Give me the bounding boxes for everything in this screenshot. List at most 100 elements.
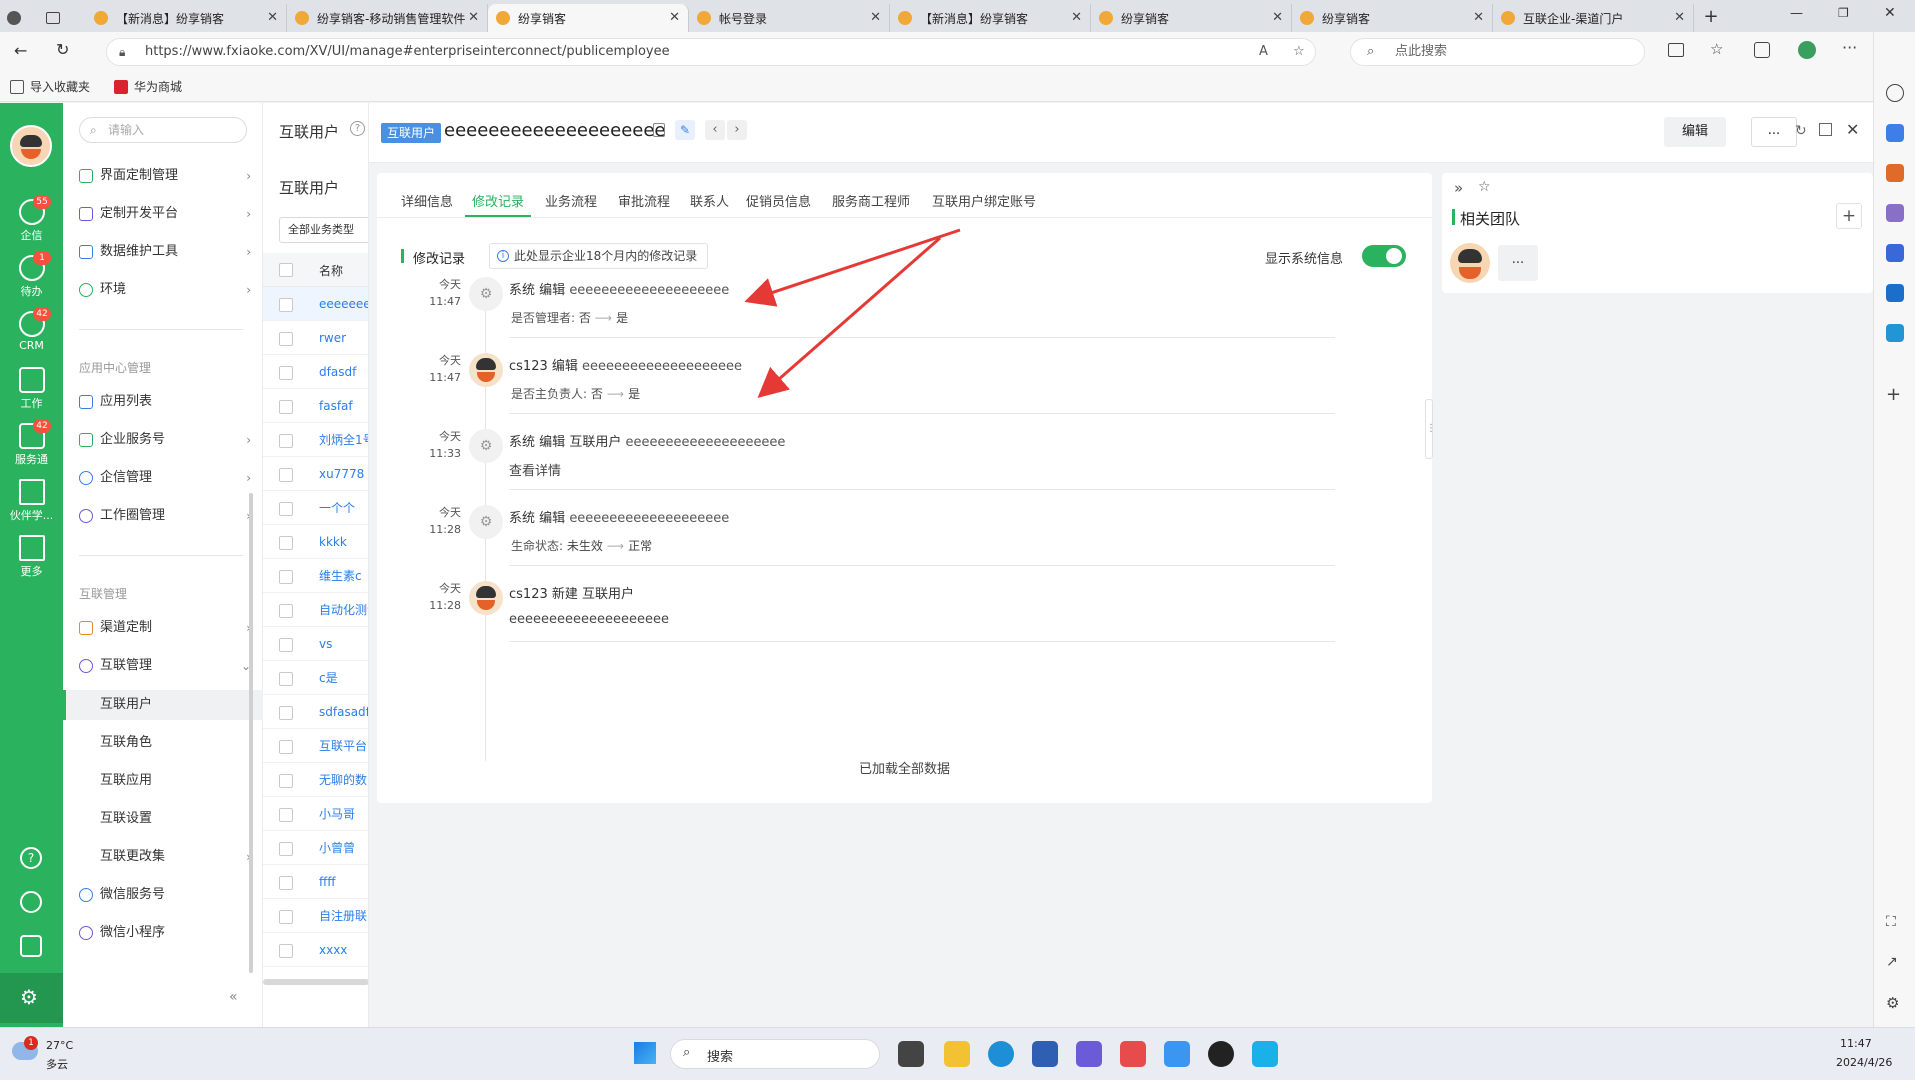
add-icon[interactable]: +: [1886, 384, 1901, 405]
settings-icon[interactable]: ⚙: [1886, 994, 1899, 1012]
rail-item-crm[interactable]: 42 CRM: [0, 307, 63, 352]
table-row[interactable]: 一个个: [263, 491, 368, 525]
table-row[interactable]: 刘炳全1号: [263, 423, 368, 457]
nav-item-wechat-service[interactable]: 微信服务号: [63, 880, 263, 910]
help-icon[interactable]: ?: [350, 121, 365, 136]
more-actions-button[interactable]: ...: [1751, 117, 1797, 147]
tab-actions-icon[interactable]: [26, 4, 86, 32]
minimize-icon[interactable]: —: [1790, 6, 1803, 21]
browser-tab-active[interactable]: 纷享销客 ✕: [488, 4, 689, 32]
panel-resize-handle[interactable]: ⋮: [1425, 399, 1436, 459]
avatar[interactable]: [10, 125, 52, 167]
table-row[interactable]: sdfasadf1: [263, 695, 368, 729]
row-checkbox[interactable]: [279, 502, 293, 516]
games-icon[interactable]: [1886, 204, 1904, 222]
row-name-link[interactable]: 自动化测试: [319, 603, 368, 617]
browser-tab[interactable]: 纷享销客 ✕: [1292, 4, 1493, 32]
team-member-avatar[interactable]: [1450, 243, 1490, 283]
browser-tab[interactable]: 纷享销客-移动销售管理软件 ✕: [287, 4, 488, 32]
record-link[interactable]: 查看详情: [509, 460, 561, 479]
record-link[interactable]: eeeeeeeeeeeeeeeeeeee: [509, 612, 669, 627]
nav-item-dev-platform[interactable]: 定制开发平台 ›: [63, 199, 263, 229]
collapse-nav-icon[interactable]: «: [229, 989, 238, 1005]
row-checkbox[interactable]: [279, 434, 293, 448]
row-checkbox[interactable]: [279, 672, 293, 686]
tab-detail-info[interactable]: 详细信息: [401, 191, 453, 210]
row-name-link[interactable]: 小曾曾: [319, 841, 355, 855]
feishu-icon[interactable]: [1252, 1041, 1278, 1067]
nav-item-chat-admin[interactable]: 企信管理 ›: [63, 463, 263, 493]
profile-icon[interactable]: [0, 4, 26, 32]
table-row[interactable]: kkkk: [263, 525, 368, 559]
favorite-star-icon[interactable]: ☆: [1293, 39, 1305, 65]
row-name-link[interactable]: sdfasadf1: [319, 705, 368, 719]
close-tab-icon[interactable]: ✕: [267, 10, 278, 25]
external-link-icon[interactable]: ↗: [1886, 954, 1898, 970]
nav-sub-interconnect-changesets[interactable]: 互联更改集›: [63, 842, 263, 872]
favorite-import[interactable]: 导入收藏夹: [10, 78, 90, 95]
row-name-link[interactable]: rwer: [319, 331, 346, 345]
toolbox-icon[interactable]: [1886, 164, 1904, 182]
row-name-link[interactable]: c是: [319, 671, 338, 685]
user-admin-icon[interactable]: [20, 935, 42, 957]
expand-icon[interactable]: »: [1454, 179, 1463, 197]
notes-app-icon[interactable]: [1076, 1041, 1102, 1067]
table-row[interactable]: 自注册联: [263, 899, 368, 933]
nav-item-wechat-miniprogram[interactable]: 微信小程序: [63, 918, 263, 948]
table-row[interactable]: rwer: [263, 321, 368, 355]
tag-icon[interactable]: [1886, 124, 1904, 142]
tab-contacts[interactable]: 联系人: [690, 191, 729, 210]
row-checkbox[interactable]: [279, 400, 293, 414]
row-checkbox[interactable]: [279, 604, 293, 618]
row-checkbox[interactable]: [279, 366, 293, 380]
favorite-huawei[interactable]: 华为商城: [114, 78, 182, 95]
edge-icon[interactable]: [988, 1041, 1014, 1067]
m365-icon[interactable]: [1886, 244, 1904, 262]
next-record-icon[interactable]: ›: [727, 120, 747, 140]
rail-item-partner-learning[interactable]: 伙伴学...: [0, 479, 63, 523]
collections-icon[interactable]: [1754, 42, 1770, 58]
follow-icon[interactable]: ✎: [675, 120, 695, 140]
close-tab-icon[interactable]: ✕: [669, 10, 680, 25]
prev-record-icon[interactable]: ‹: [705, 120, 725, 140]
nav-item-channel-custom[interactable]: 渠道定制›: [63, 613, 263, 643]
table-row[interactable]: vs: [263, 627, 368, 661]
help-icon[interactable]: ?: [20, 847, 42, 869]
huawei-app-icon[interactable]: [1120, 1041, 1146, 1067]
row-checkbox[interactable]: [279, 944, 293, 958]
row-name-link[interactable]: eeeeeeeeeeeeeeeeeeee: [319, 297, 368, 311]
row-checkbox[interactable]: [279, 570, 293, 584]
tab-service-engineer[interactable]: 服务商工程师: [832, 191, 910, 210]
nav-item-ui-custom[interactable]: 界面定制管理 ›: [63, 161, 263, 191]
row-checkbox[interactable]: [279, 808, 293, 822]
table-row[interactable]: 无聊的数: [263, 763, 368, 797]
row-name-link[interactable]: 维生素c: [319, 569, 362, 583]
rail-item-todo[interactable]: 1 待办: [0, 251, 63, 299]
table-row[interactable]: ffff: [263, 865, 368, 899]
nav-sub-interconnect-users[interactable]: 互联用户: [63, 690, 263, 720]
close-tab-icon[interactable]: ✕: [1071, 10, 1082, 25]
browser-tab[interactable]: 纷享销客 ✕: [1091, 4, 1292, 32]
row-checkbox[interactable]: [279, 740, 293, 754]
tab-promoter-info[interactable]: 促销员信息: [746, 191, 811, 210]
settings-rail-item[interactable]: ⚙: [0, 973, 63, 1023]
more-menu-icon[interactable]: ···: [1842, 38, 1857, 57]
business-type-filter[interactable]: 全部业务类型: [279, 217, 368, 243]
table-row[interactable]: dfasdf: [263, 355, 368, 389]
nav-sub-interconnect-settings[interactable]: 互联设置: [63, 804, 263, 834]
back-icon[interactable]: ←: [14, 41, 27, 60]
nav-scrollbar[interactable]: [249, 493, 253, 973]
table-row[interactable]: 维生素c: [263, 559, 368, 593]
row-name-link[interactable]: dfasdf: [319, 365, 356, 379]
screenshot-icon[interactable]: ⛶: [1886, 914, 1896, 930]
row-name-link[interactable]: xxxx: [319, 943, 347, 957]
tab-business-flow[interactable]: 业务流程: [545, 191, 597, 210]
row-name-link[interactable]: 小马哥: [319, 807, 355, 821]
history-icon[interactable]: [20, 891, 42, 913]
refresh-icon[interactable]: ↻: [1795, 123, 1807, 139]
close-tab-icon[interactable]: ✕: [1272, 10, 1283, 25]
row-name-link[interactable]: xu7778: [319, 467, 364, 481]
fullscreen-icon[interactable]: [1819, 123, 1832, 136]
table-row[interactable]: xxxx: [263, 933, 368, 967]
more-members-button[interactable]: ...: [1498, 245, 1538, 281]
